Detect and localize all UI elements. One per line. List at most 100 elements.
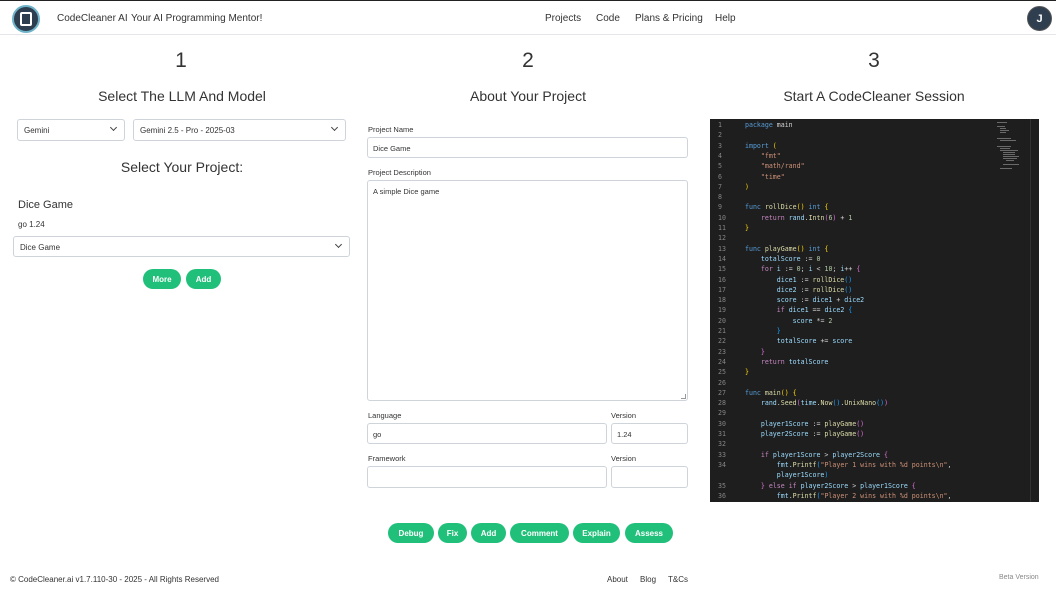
line-number: 35 — [718, 481, 726, 490]
user-avatar[interactable]: J — [1027, 6, 1052, 31]
llm-provider-select[interactable]: Gemini — [17, 119, 125, 141]
fix-button[interactable]: Fix — [438, 523, 467, 543]
code-text: totalScore := 0 — [760, 254, 821, 263]
code-text: player1Score := playGame() — [760, 419, 865, 428]
debug-button[interactable]: Debug — [388, 523, 434, 543]
top-navbar: CodeCleaner AI Your AI Programming Mento… — [0, 0, 1056, 35]
add-project-button[interactable]: Add — [186, 269, 221, 289]
line-number: 33 — [718, 450, 726, 459]
nav-projects[interactable]: Projects — [545, 13, 581, 24]
code-text: } else if player2Score > player1Score { — [760, 481, 916, 490]
llm-model-select[interactable]: Gemini 2.5 - Pro - 2025-03 — [133, 119, 346, 141]
code-text: dice1 := rollDice() — [776, 275, 853, 284]
editor-scrollbar[interactable] — [1030, 119, 1031, 502]
llm-model-value: Gemini 2.5 - Pro - 2025-03 — [140, 126, 235, 135]
project-description-textarea[interactable]: A simple Dice game — [367, 180, 688, 401]
code-text: score := dice1 + dice2 — [776, 296, 865, 305]
line-number: 19 — [718, 306, 726, 315]
footer-tcs-link[interactable]: T&Cs — [668, 575, 688, 584]
nav-code[interactable]: Code — [596, 13, 620, 24]
line-number: 10 — [718, 213, 726, 222]
project-select-value: Dice Game — [20, 243, 61, 252]
code-text: "time" — [760, 172, 785, 181]
project-name-input[interactable]: Dice Game — [367, 137, 688, 158]
line-number: 7 — [718, 182, 722, 191]
line-number: 9 — [718, 203, 722, 212]
code-text: player2Score := playGame() — [760, 430, 865, 438]
framework-version-input[interactable] — [611, 466, 688, 488]
resize-handle-icon[interactable] — [681, 394, 686, 399]
code-text: return totalScore — [760, 357, 829, 366]
version-label: Version — [611, 411, 637, 420]
footer-copyright: © CodeCleaner.ai v1.7.110-30 - 2025 - Al… — [10, 575, 219, 584]
code-text: totalScore += score — [776, 337, 853, 346]
code-text: func main() { — [745, 388, 797, 397]
comment-button[interactable]: Comment — [510, 523, 569, 543]
code-text: } — [745, 368, 749, 377]
line-number: 29 — [718, 409, 726, 418]
code-text: rand.Seed(time.Now().UnixNano()) — [760, 399, 889, 408]
chevron-down-icon — [109, 123, 118, 132]
codecleaner-logo-icon[interactable] — [12, 5, 40, 33]
line-number: 13 — [718, 244, 726, 253]
beta-version-label: Beta Version — [999, 574, 1039, 581]
code-text: } — [760, 347, 765, 356]
framework-label: Framework — [368, 454, 406, 463]
line-number: 18 — [718, 296, 726, 305]
line-number: 27 — [718, 388, 726, 397]
nav-help[interactable]: Help — [715, 13, 736, 24]
more-button[interactable]: More — [143, 269, 181, 289]
llm-provider-value: Gemini — [24, 126, 50, 135]
step-3-number: 3 — [868, 49, 880, 72]
line-number: 31 — [718, 430, 726, 438]
code-text: score *= 2 — [792, 316, 833, 325]
line-number: 1 — [718, 121, 722, 129]
code-text: for i := 0; i < 10; i++ { — [760, 265, 861, 274]
step-2-title: About Your Project — [470, 88, 586, 104]
code-text: if player1Score > player2Score { — [760, 450, 888, 459]
chevron-down-icon — [330, 123, 339, 132]
footer-about-link[interactable]: About — [607, 575, 628, 584]
code-text: ) — [745, 182, 749, 191]
line-number: 32 — [718, 440, 726, 449]
nav-plans-pricing[interactable]: Plans & Pricing — [635, 13, 703, 24]
project-select[interactable]: Dice Game — [13, 236, 350, 257]
code-text: fmt.Printf("Player 2 wins with %d points… — [776, 491, 952, 500]
code-text: return rand.Intn(6) + 1 — [760, 213, 853, 222]
code-text: if dice1 == dice2 { — [776, 306, 853, 315]
line-number: 24 — [718, 357, 726, 366]
line-number: 21 — [718, 327, 726, 335]
step-1-title: Select The LLM And Model — [98, 88, 266, 104]
brand-name[interactable]: CodeCleaner AI — [57, 13, 128, 24]
line-number: 11 — [718, 224, 726, 232]
project-description-label: Project Description — [368, 168, 431, 177]
step-3-title: Start A CodeCleaner Session — [783, 88, 965, 104]
project-description-value: A simple Dice game — [373, 187, 440, 196]
line-number: 4 — [718, 151, 722, 160]
explain-button[interactable]: Explain — [573, 523, 620, 543]
line-number: 26 — [718, 378, 726, 387]
line-number: 30 — [718, 419, 726, 428]
code-editor[interactable]: 1 package main 2 3 import (4 "fmt" 5 "math/ra… — [710, 119, 1039, 502]
code-text: import ( — [745, 141, 777, 150]
add-code-button[interactable]: Add — [471, 523, 506, 543]
line-number: 6 — [718, 172, 722, 181]
selected-project-name: Dice Game — [18, 199, 74, 211]
select-project-title: Select Your Project: — [120, 159, 244, 175]
assess-button[interactable]: Assess — [625, 523, 673, 543]
line-number: 12 — [718, 234, 726, 243]
language-input[interactable]: go — [367, 423, 607, 444]
code-text: "fmt" — [760, 151, 781, 160]
code-text: func rollDice() int { — [745, 203, 829, 212]
footer-blog-link[interactable]: Blog — [640, 575, 656, 584]
version-input[interactable]: 1.24 — [611, 423, 688, 444]
line-number: 15 — [718, 265, 726, 274]
line-number: 36 — [718, 491, 726, 500]
step-1-number: 1 — [175, 49, 187, 72]
code-minimap[interactable] — [997, 121, 1037, 171]
framework-version-label: Version — [611, 454, 637, 463]
line-number: 23 — [718, 347, 726, 356]
framework-input[interactable] — [367, 466, 607, 488]
code-text: fmt.Printf("Player 1 wins with %d points… — [776, 460, 952, 469]
code-text: } — [776, 327, 781, 335]
